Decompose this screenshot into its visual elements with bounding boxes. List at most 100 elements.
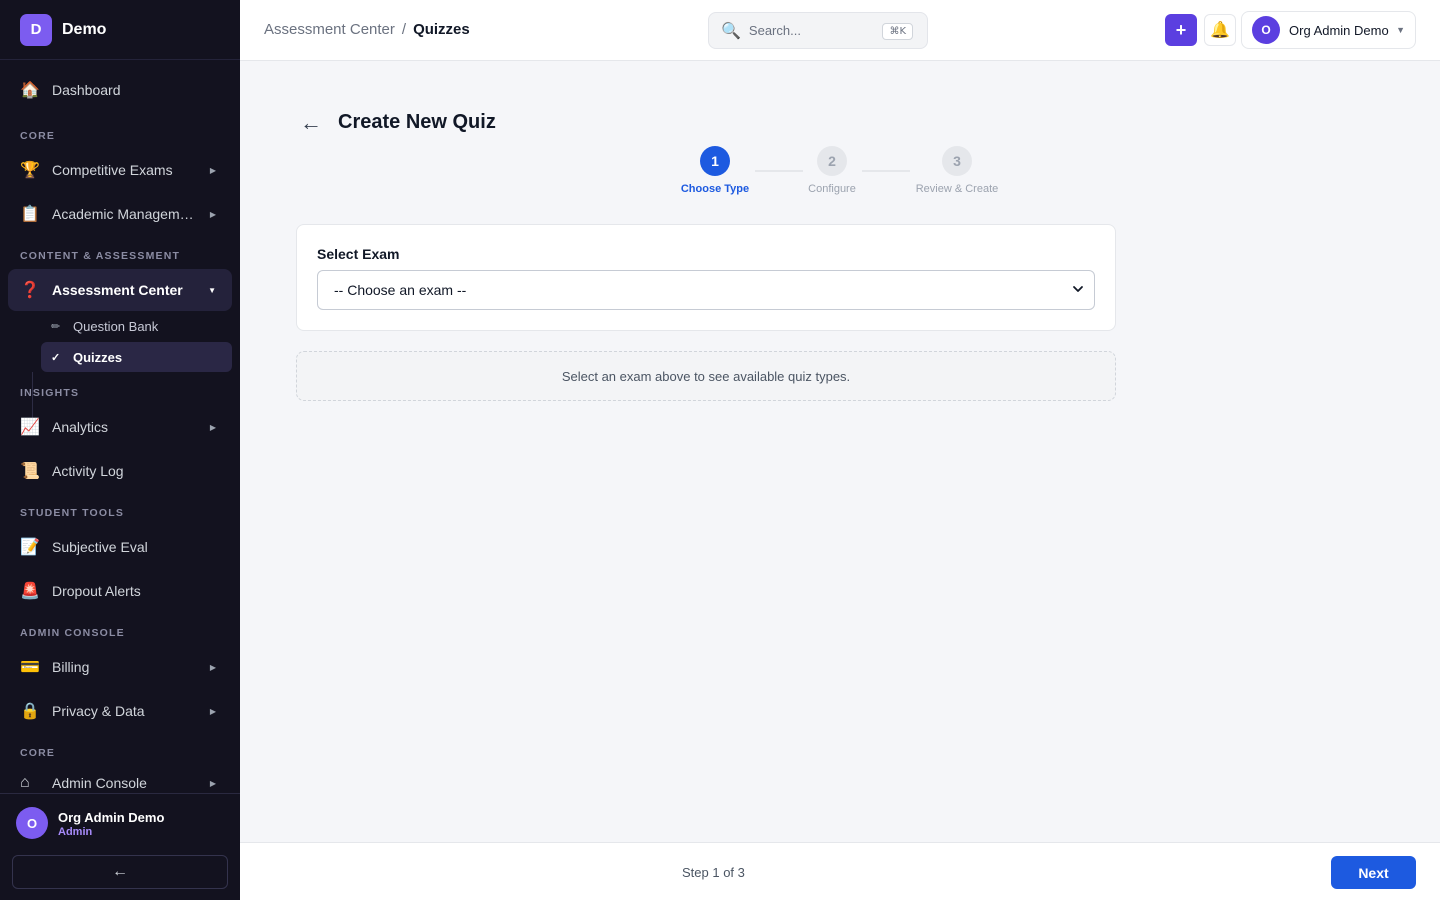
sidebar-item-label: Admin Console [52,775,147,791]
avatar: O [1252,16,1280,44]
sidebar-item-label: Activity Log [52,463,124,479]
sidebar-user-card[interactable]: O Org Admin Demo Admin ← [0,793,240,900]
breadcrumb-current: Quizzes [413,21,470,38]
home-icon: 🏠 [20,82,40,99]
select-exam-card: Select Exam -- Choose an exam -- [296,224,1116,331]
page-title: Create New Quiz [338,111,496,133]
step-number: 1 [700,146,730,176]
memo-icon: 📝 [20,539,40,556]
chart-icon: 📈 [20,419,40,436]
user-name: Org Admin Demo [58,810,165,825]
notifications-button[interactable]: 🔔 [1204,14,1236,46]
lock-icon: 🔒 [20,703,40,720]
sidebar-item-privacy-data[interactable]: 🔒 Privacy & Data ▶ [8,691,232,731]
arrow-left-icon: ← [300,110,322,135]
next-button[interactable]: Next [1331,856,1416,889]
step-number: 2 [817,146,847,176]
step-3: 3 Review & Create [902,146,1012,195]
chevron-down-icon: ▼ [1396,25,1405,35]
hint-text: Select an exam above to see available qu… [561,368,851,384]
step-label: Configure [808,183,856,195]
sidebar-subitem-question-bank[interactable]: ✏ Question Bank [41,311,232,341]
account-menu[interactable]: O Org Admin Demo ▼ [1241,11,1416,49]
section-core: CORE [20,130,56,142]
step-label: Review & Create [915,183,999,195]
house-icon: ⌂ [20,774,30,791]
sidebar-item-label: Assessment Center [52,282,183,298]
sidebar-item-assessment-center[interactable]: ❓ Assessment Center ▼ [8,269,232,311]
exam-select-value: -- Choose an exam -- [334,282,467,298]
sidebar-item-admin-console[interactable]: ⌂ Admin Console ▶ [8,763,232,793]
back-button[interactable]: ← [300,110,322,136]
sidebar-item-dashboard[interactable]: 🏠 Dashboard [8,70,232,110]
caret-right-icon: ▶ [209,422,216,432]
sidebar-item-dropout-alerts[interactable]: 🚨 Dropout Alerts [8,571,232,611]
search-placeholder: Search... [748,23,801,38]
caret-right-icon: ▶ [209,778,216,788]
caret-right-icon: ▶ [209,662,216,672]
clipboard-icon: 📋 [20,206,40,223]
sidebar-subitem-quizzes[interactable]: ✓ Quizzes [41,342,232,372]
brand-name: Demo [62,20,107,38]
sidebar-item-label: Academic Management [52,206,194,222]
caret-down-icon: ▼ [208,285,216,295]
check-icon: ✓ [51,351,61,364]
user-role: Admin [58,826,93,838]
step-2: 2 Configure [787,146,877,195]
sidebar-item-label: Analytics [52,419,109,435]
sidebar-item-label: Billing [52,659,90,675]
wizard-footer: Step 1 of 3 Next [240,842,1440,900]
breadcrumb: Assessment Center / Quizzes [264,21,470,38]
sidebar-item-label: Dropout Alerts [52,583,141,599]
arrow-left-icon: ← [112,863,128,880]
sidebar-item-billing[interactable]: 💳 Billing ▶ [8,647,232,687]
sidebar-item-activity-log[interactable]: 📜 Activity Log [8,451,232,491]
sidebar-item-label: Privacy & Data [52,703,145,719]
section-admin-console: ADMIN CONSOLE [20,627,125,639]
quiz-types-placeholder: Select an exam above to see available qu… [296,351,1116,401]
sidebar-item-analytics[interactable]: 📈 Analytics ▶ [8,407,232,447]
account-name: Org Admin Demo [1289,22,1389,38]
section-student-tools: STUDENT TOOLS [20,507,125,519]
caret-right-icon: ▶ [209,165,216,175]
breadcrumb-parent[interactable]: Assessment Center [264,21,395,38]
trophy-icon: 🏆 [20,162,40,179]
search-icon: 🔍 [721,22,741,40]
step-number: 3 [942,146,972,176]
sidebar-subitem-label: Question Bank [73,318,159,334]
sidebar-nav: 🏠 Dashboard CORE 🏆 Competitive Exams ▶ 📋… [0,60,240,793]
breadcrumb-separator: / [401,21,407,38]
brand[interactable]: D Demo [0,0,240,60]
step-label: Choose Type [680,183,750,195]
section-insights: INSIGHTS [20,387,80,399]
collapse-sidebar-button[interactable]: ← [12,855,228,889]
add-button[interactable]: + [1165,14,1197,46]
select-exam-label: Select Exam [317,246,400,262]
chevron-down-icon [1073,286,1083,292]
sidebar-item-academic-management[interactable]: 📋 Academic Management ▶ [8,194,232,234]
search-shortcut: ⌘K [882,23,913,40]
brand-logo: D [20,13,52,46]
section-content-assessment: CONTENT & ASSESSMENT [20,250,181,262]
exam-select[interactable]: -- Choose an exam -- [317,270,1095,310]
step-counter: Step 1 of 3 [682,865,745,880]
step-1: 1 Choose Type [670,146,760,195]
sidebar-item-label: Dashboard [52,82,121,98]
plus-icon: + [1175,19,1187,40]
top-header: Assessment Center / Quizzes 🔍 Search... … [240,0,1440,61]
pencil-icon: ✏ [51,320,61,333]
sidebar-subitem-label: Quizzes [73,349,123,365]
sidebar-item-label: Competitive Exams [52,162,173,178]
bell-icon: 🔔 [1210,22,1230,39]
sidebar-item-subjective-eval[interactable]: 📝 Subjective Eval [8,527,232,567]
section-core-2: CORE [20,747,56,759]
sidebar: D Demo 🏠 Dashboard CORE 🏆 Competitive Ex… [0,0,240,900]
sidebar-item-label: Subjective Eval [52,539,148,555]
caret-right-icon: ▶ [209,209,216,219]
credit-card-icon: 💳 [20,659,40,676]
siren-icon: 🚨 [20,583,40,600]
question-icon: ❓ [20,282,40,299]
search-input[interactable]: 🔍 Search... ⌘K [708,12,928,49]
caret-right-icon: ▶ [209,706,216,716]
sidebar-item-competitive-exams[interactable]: 🏆 Competitive Exams ▶ [8,150,232,190]
